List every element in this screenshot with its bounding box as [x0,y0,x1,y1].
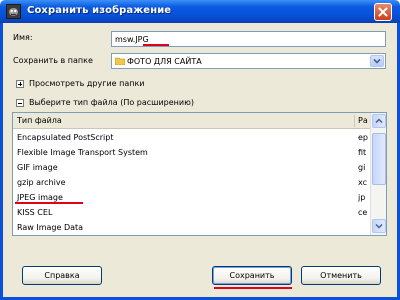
window-title: Сохранить изображение [27,5,172,16]
extension-underline [143,44,169,46]
filetype-ext: fit [358,148,367,157]
scroll-up-button[interactable] [372,114,386,128]
gimp-app-icon [6,4,21,19]
folder-dropdown-button[interactable] [370,55,384,67]
column-separator [354,115,355,127]
filename-value: msw.JPG [115,35,149,44]
chevron-down-icon [373,58,381,64]
filetype-ext: ep [358,133,368,142]
filetype-ext: jp [358,193,366,202]
save-button[interactable]: Сохранить [212,266,292,285]
list-item[interactable]: Raw Image Data [13,220,370,235]
filetype-name: Flexible Image Transport System [17,148,148,157]
list-header: Тип файла Ра [13,113,370,129]
help-button[interactable]: Справка [22,266,102,285]
list-item[interactable]: Encapsulated PostScript ep [13,130,370,145]
filetype-list[interactable]: Тип файла Ра Encapsulated PostScript ep … [12,112,387,236]
folder-icon [115,57,125,65]
list-item[interactable]: KISS CEL ce [13,205,370,220]
list-item[interactable]: gzip archive xc [13,175,370,190]
filetype-section-label[interactable]: Выберите тип файла (По расширению) [29,98,194,107]
filetype-name: gzip archive [17,178,66,187]
save-folder-combobox[interactable]: ФОТО ДЛЯ САЙТА [111,53,386,69]
scroll-down-button[interactable] [372,219,386,233]
filetype-name: Raw Image Data [17,223,84,232]
column-filetype[interactable]: Тип файла [17,115,62,126]
filetype-name: GIF image [17,163,58,172]
browse-folders-expander[interactable] [16,80,24,88]
jpeg-row-underline [15,202,83,204]
list-item[interactable]: GIF image gi [13,160,370,175]
chevron-up-icon [375,118,383,124]
filetype-ext: xc [358,178,367,187]
vertical-scrollbar[interactable] [370,113,386,235]
filetype-name: KISS CEL [17,208,53,217]
filetype-ext: gi [358,163,366,172]
filetype-name: Encapsulated PostScript [17,133,114,142]
save-image-dialog: Сохранить изображение Имя: msw.JPG Сохра… [0,0,400,300]
filetype-ext: ce [358,208,368,217]
filetype-expander[interactable] [16,99,24,107]
browse-folders-label[interactable]: Просмотреть другие папки [29,79,145,88]
list-item[interactable]: Flexible Image Transport System fit [13,145,370,160]
title-bar[interactable]: Сохранить изображение [0,0,400,23]
save-button-underline [214,287,292,289]
name-label: Имя: [13,33,33,42]
save-in-folder-label: Сохранить в папке [13,56,93,65]
chevron-down-icon [375,223,383,229]
close-button[interactable] [374,3,392,21]
close-icon [378,7,388,17]
scrollbar-thumb[interactable] [372,133,386,185]
cancel-button[interactable]: Отменить [301,266,381,285]
save-folder-value: ФОТО ДЛЯ САЙТА [127,57,202,66]
column-extension[interactable]: Ра [358,115,370,126]
